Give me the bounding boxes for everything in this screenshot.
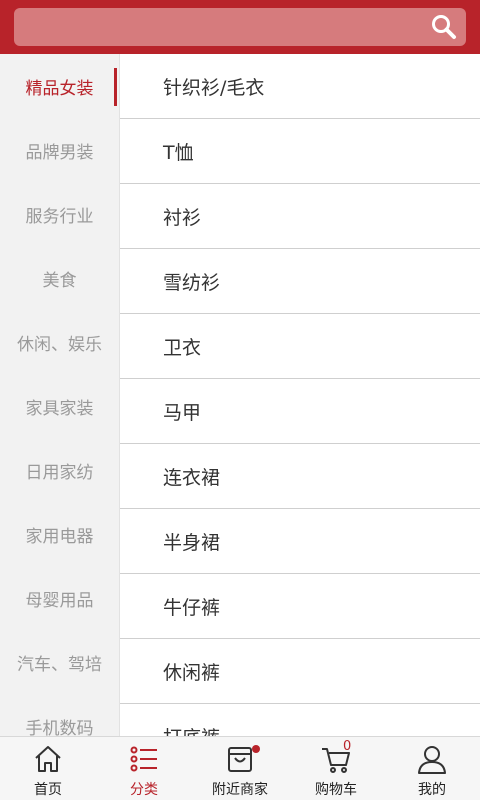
list-item[interactable]: 牛仔裤 [120,574,480,639]
tab-nearby[interactable]: 附近商家 [192,737,288,800]
sidebar-item-label: 日用家纺 [25,462,94,483]
sidebar-item-label: 美食 [42,270,77,291]
sidebar-item-label: 服务行业 [25,206,94,227]
list-item[interactable]: 衬衫 [120,184,480,249]
list-item[interactable]: 打底裤 [120,704,480,737]
list-item[interactable]: 针织衫/毛衣 [120,54,480,119]
list-item[interactable]: T恤 [120,119,480,184]
sidebar-item-label: 品牌男装 [25,142,94,163]
top-bar [0,0,480,54]
home-icon [35,746,61,772]
tab-category-label: 分类 [130,782,158,798]
tab-cart[interactable]: 0 购物车 [288,737,384,800]
tab-nearby-label: 附近商家 [212,782,268,798]
tab-category[interactable]: 分类 [96,737,192,800]
sidebar-item-label: 手机数码 [25,718,94,737]
sidebar-item-label: 汽车、驾培 [17,654,102,675]
list-item-label: 衬衫 [163,206,202,229]
tab-home[interactable]: 首页 [0,737,96,800]
list-item-label: T恤 [163,141,194,164]
list-item[interactable]: 休闲裤 [120,639,480,704]
sidebar-item-mens-clothing[interactable]: 品牌男装 [0,118,119,182]
sidebar-item-label: 家具家装 [25,398,94,419]
list-item[interactable]: 半身裙 [120,509,480,574]
sidebar-item-womens-clothing[interactable]: 精品女装 [0,54,119,118]
list-item[interactable]: 卫衣 [120,314,480,379]
list-item[interactable]: 马甲 [120,379,480,444]
notification-dot [252,745,260,753]
sidebar-item-label: 家用电器 [25,526,94,547]
bottom-tab-bar: 首页 分类 附近商家 0 购物车 我的 [0,736,480,800]
list-item[interactable]: 雪纺衫 [120,249,480,314]
list-item-label: 牛仔裤 [163,596,221,619]
list-item-label: 休闲裤 [163,661,221,684]
search-icon[interactable] [430,13,458,41]
subcategory-list: 针织衫/毛衣 T恤 衬衫 雪纺衫 卫衣 马甲 连衣裙 半身裙 牛仔裤 休闲裤 打… [120,54,480,736]
user-icon [418,746,446,774]
sidebar-item-auto[interactable]: 汽车、驾培 [0,630,119,694]
list-item-label: 卫衣 [163,336,202,359]
sidebar-item-label: 母婴用品 [25,590,94,611]
category-sidebar: 精品女装 品牌男装 服务行业 美食 休闲、娱乐 家具家装 日用家纺 家用电器 母… [0,54,120,736]
list-item-label: 针织衫/毛衣 [163,76,265,99]
tab-mine[interactable]: 我的 [384,737,480,800]
sidebar-item-label: 休闲、娱乐 [17,334,102,355]
list-icon [130,746,157,772]
sidebar-item-appliances[interactable]: 家用电器 [0,502,119,566]
list-item[interactable]: 连衣裙 [120,444,480,509]
list-item-label: 打底裤 [163,723,220,737]
sidebar-item-home-textiles[interactable]: 日用家纺 [0,438,119,502]
tab-cart-label: 购物车 [315,782,357,798]
sidebar-item-digital[interactable]: 手机数码 [0,694,119,737]
sidebar-item-leisure[interactable]: 休闲、娱乐 [0,310,119,374]
sidebar-item-baby[interactable]: 母婴用品 [0,566,119,630]
sidebar-item-food[interactable]: 美食 [0,246,119,310]
sidebar-item-furniture[interactable]: 家具家装 [0,374,119,438]
cart-count-badge: 0 [343,739,352,754]
list-item-label: 马甲 [163,401,202,424]
tab-mine-label: 我的 [418,782,446,798]
list-item-label: 雪纺衫 [163,271,221,294]
list-item-label: 连衣裙 [163,466,221,489]
sidebar-item-label: 精品女装 [25,78,94,99]
tab-home-label: 首页 [34,782,62,798]
list-item-label: 半身裙 [163,531,221,554]
sidebar-item-services[interactable]: 服务行业 [0,182,119,246]
search-input[interactable] [14,8,466,46]
